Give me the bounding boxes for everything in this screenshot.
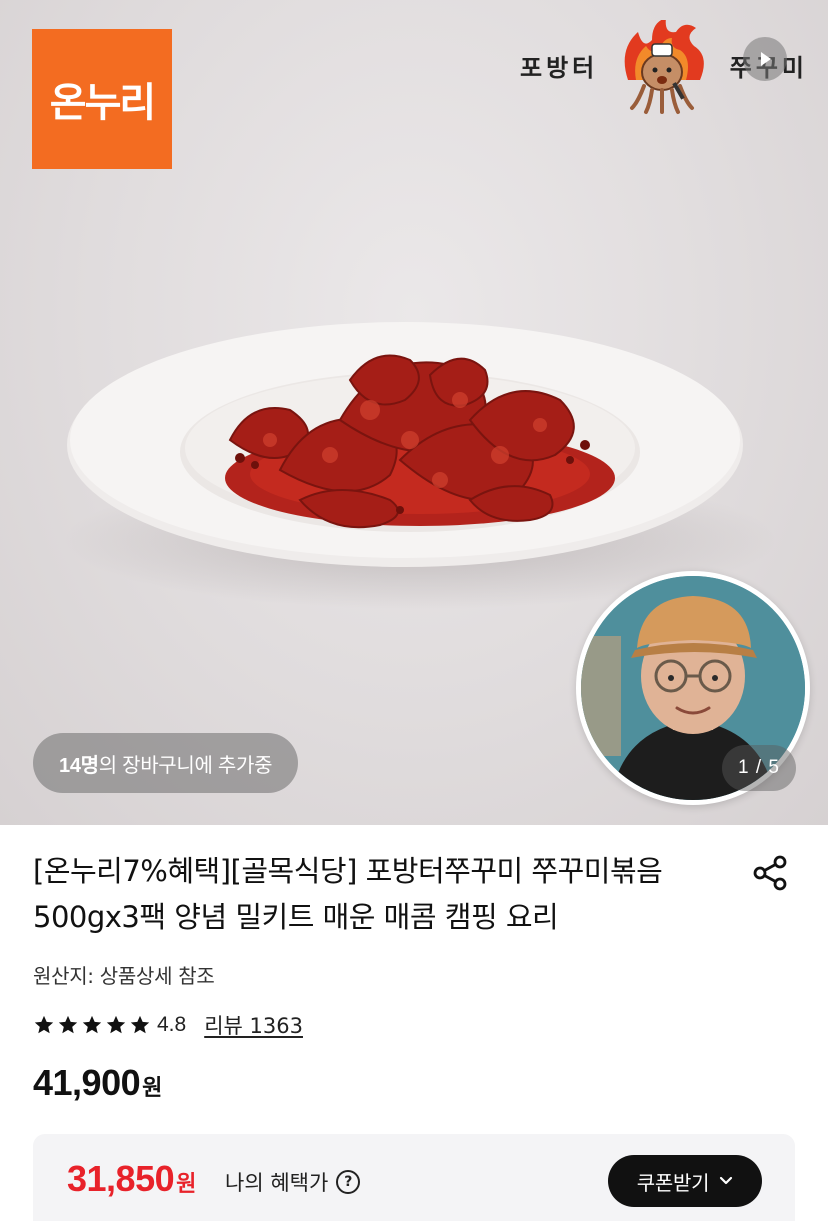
original-price: 41,900 원 [33,1062,162,1104]
share-icon [753,855,787,891]
star-icon [130,1015,150,1034]
star-icon [34,1015,54,1034]
price-unit: 원 [142,1076,163,1101]
benefit-price-unit: 원 [176,1172,197,1197]
onnuri-logo: 온누리 [32,29,172,169]
help-icon[interactable]: ? [336,1170,361,1194]
cart-activity-badge: 14명 의 장바구니에 추가중 [33,733,299,793]
origin-info: 원산지: 상품상세 참조 [33,964,215,988]
chevron-down-icon [720,1176,733,1185]
benefit-label-text: 나의 혜택가 [225,1171,329,1195]
share-button[interactable] [750,853,790,893]
benefit-price: 31,850 원 [67,1158,196,1200]
benefit-price-value: 31,850 [67,1158,175,1199]
benefit-price-box: 31,850 원 나의 혜택가 ? 쿠폰받기 [33,1134,795,1221]
star-icon [106,1015,126,1034]
benefit-label: 나의 혜택가 ? [225,1167,361,1197]
image-page-counter: 1 / 5 [722,745,796,791]
review-count-link[interactable]: 리뷰 1363 [204,1010,303,1040]
star-icon [82,1015,102,1034]
coupon-button-label: 쿠폰받기 [636,1170,710,1195]
rating-value: 4.8 [157,1013,187,1036]
video-play-button[interactable] [743,37,787,81]
price-value: 41,900 [33,1062,141,1103]
store-brand-left-text: 포방터 [520,54,599,82]
product-image-carousel[interactable]: 온누리 포방터 쭈꾸미 14명 의 장바구니에 추가중 [0,0,828,825]
product-title: [온누리7%혜택][골목식당] 포방터쭈꾸미 쭈꾸미볶음 500gx3팩 양념 … [33,854,663,934]
cart-activity-text: 의 장바구니에 추가중 [98,754,273,777]
get-coupon-button[interactable]: 쿠폰받기 [608,1155,762,1207]
rating-row: 4.8 리뷰 1363 [33,1011,303,1039]
cart-count: 14명 [59,754,99,777]
rating-stars [33,1014,151,1036]
star-icon [58,1015,78,1034]
play-icon [761,52,771,66]
octopus-mascot-icon [624,20,704,114]
